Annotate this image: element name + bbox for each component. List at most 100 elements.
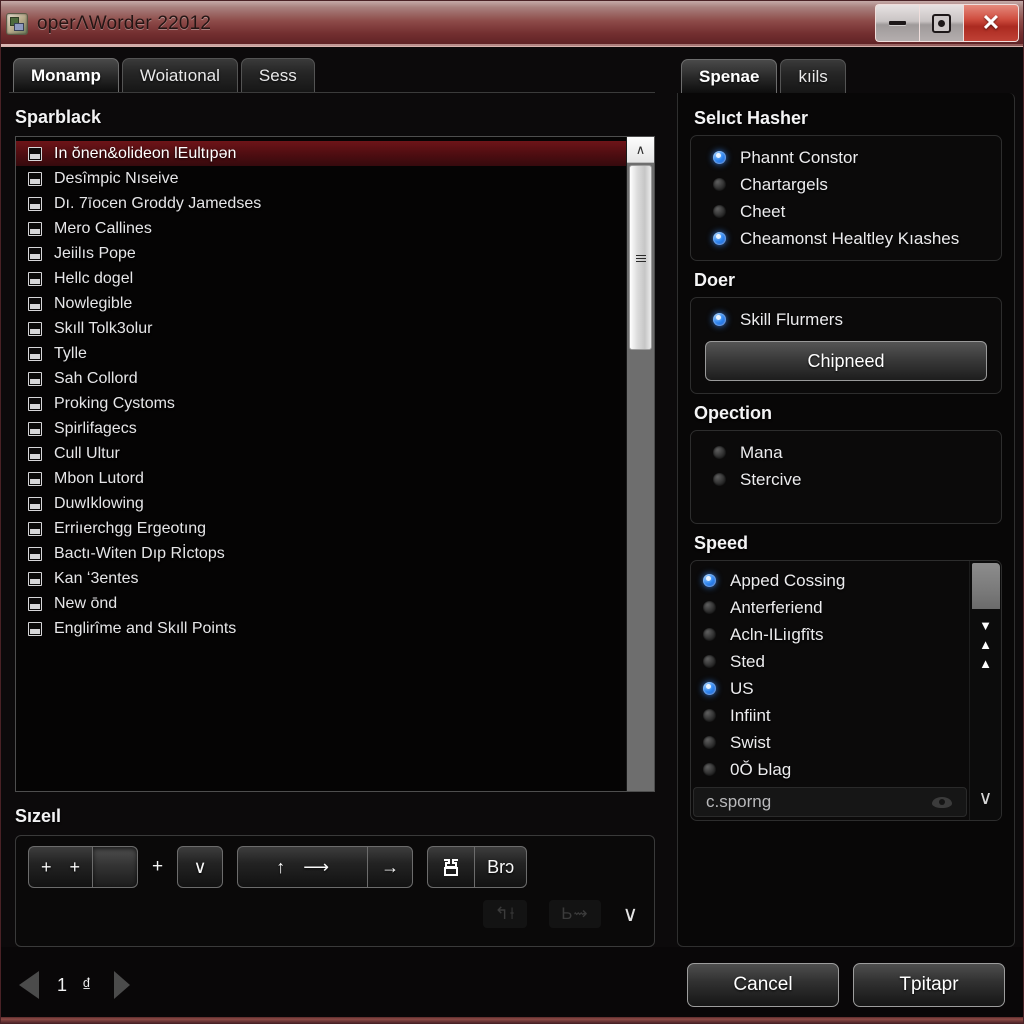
checkbox-icon[interactable]	[28, 271, 42, 286]
radio-icon-selected[interactable]	[713, 151, 726, 164]
radio-row[interactable]: Phannt Constor	[701, 144, 991, 171]
radio-row[interactable]: US	[691, 675, 969, 702]
radio-icon[interactable]	[703, 763, 716, 776]
add-button-a[interactable]: + +	[28, 846, 93, 888]
radio-icon-selected[interactable]	[713, 313, 726, 326]
radio-icon[interactable]	[703, 628, 716, 641]
checkbox-icon[interactable]	[28, 321, 42, 336]
list-item[interactable]: Nowlegible	[16, 291, 626, 316]
confirm-button[interactable]: Tpitapr	[853, 963, 1005, 1007]
checkbox-icon[interactable]	[28, 346, 42, 361]
tab-sess[interactable]: Sess	[240, 58, 315, 92]
checkbox-icon[interactable]	[28, 221, 42, 236]
checkbox-icon[interactable]	[28, 496, 42, 511]
list-item[interactable]: Dı. 7īocen Groddy Jamedses	[16, 191, 626, 216]
radio-row[interactable]: Anterferiend	[691, 594, 969, 621]
scrollbar-thumb[interactable]	[971, 563, 1000, 609]
radio-icon[interactable]	[713, 178, 726, 191]
radio-icon-selected[interactable]	[713, 232, 726, 245]
checkbox-icon[interactable]	[28, 371, 42, 386]
move-up-forward-button[interactable]: ↑ ⟶	[237, 846, 368, 888]
sparblack-listbox[interactable]: In ŏnen&olideon lEultıpən Desîmpic Nısеi…	[15, 136, 655, 792]
radio-icon[interactable]	[713, 446, 726, 459]
sub-chevron-down-icon[interactable]: ∨	[623, 902, 638, 927]
maximize-button[interactable]	[919, 4, 963, 42]
list-item[interactable]: Bactı-Witen Dıp Rİctops	[16, 541, 626, 566]
speed-scrollbar[interactable]: ▼ ▲ ▲ ∨	[969, 561, 1001, 820]
radio-icon[interactable]	[703, 655, 716, 668]
radio-row[interactable]: Cheet	[701, 198, 991, 225]
list-item[interactable]: DuwIklowing	[16, 491, 626, 516]
checkbox-icon[interactable]	[28, 571, 42, 586]
ghost-icon-left[interactable]: ↰⟊	[482, 900, 528, 928]
list-item[interactable]: Englirîme and Skıll Points	[16, 616, 626, 641]
checkbox-icon[interactable]	[28, 396, 42, 411]
scroll-down-arrow-icon[interactable]: ▼	[979, 619, 992, 632]
radio-row[interactable]: Acln-ILiıgfîts	[691, 621, 969, 648]
radio-row[interactable]: Sted	[691, 648, 969, 675]
list-item[interactable]: Mеro Callines	[16, 216, 626, 241]
radio-icon-selected[interactable]	[703, 682, 716, 695]
list-item[interactable]: In ŏnen&olideon lEultıpən	[16, 141, 626, 166]
radio-row[interactable]: Chartargels	[701, 171, 991, 198]
list-item[interactable]: Spirlifagecs	[16, 416, 626, 441]
dropdown-button[interactable]: ∨	[177, 846, 224, 888]
checkbox-icon[interactable]	[28, 421, 42, 436]
ghost-icon-right[interactable]: Ь⇝	[549, 900, 601, 928]
list-item[interactable]: Kan ʻ3entes	[16, 566, 626, 591]
radio-icon[interactable]	[713, 473, 726, 486]
list-item[interactable]: Hellc dogel	[16, 266, 626, 291]
tab-kiils[interactable]: kıils	[780, 59, 846, 93]
radio-row[interactable]: Stercive	[701, 466, 991, 493]
speed-footer-row[interactable]: c.sporng	[693, 787, 967, 817]
checkbox-icon[interactable]	[28, 171, 42, 186]
list-item[interactable]: Cull Ultur	[16, 441, 626, 466]
radio-row[interactable]: Skill Flurmers	[701, 306, 991, 333]
checkbox-icon[interactable]	[28, 196, 42, 211]
list-item[interactable]: Sah Collord	[16, 366, 626, 391]
checkbox-icon[interactable]	[28, 246, 42, 261]
eye-icon[interactable]	[932, 796, 952, 808]
scrollbar-thumb[interactable]	[629, 165, 652, 350]
radio-row[interactable]: Mana	[701, 439, 991, 466]
list-scrollbar[interactable]: ∧	[626, 137, 654, 791]
list-item[interactable]: Desîmpic Nısеive	[16, 166, 626, 191]
tab-woiational[interactable]: Woiatıonal	[121, 58, 238, 92]
scroll-up-arrow-icon-1[interactable]: ▲	[979, 638, 992, 651]
cancel-button[interactable]: Cancel	[687, 963, 839, 1007]
checkbox-icon[interactable]	[28, 596, 42, 611]
radio-row[interactable]: Cheamonst Healtley Kıashes	[701, 225, 991, 252]
tab-monamp[interactable]: Monamp	[13, 58, 119, 92]
tab-spenae[interactable]: Spenae	[681, 59, 778, 93]
radio-icon[interactable]	[703, 736, 716, 749]
radio-icon[interactable]	[713, 205, 726, 218]
list-item[interactable]: Proking Cystoms	[16, 391, 626, 416]
radio-row[interactable]: Infiint	[691, 702, 969, 729]
scroll-up-button[interactable]: ∧	[627, 137, 654, 163]
stamp-button[interactable]	[427, 846, 475, 888]
radio-row[interactable]: 0Ŏ Ьlag	[691, 756, 969, 783]
list-item[interactable]: Jеiilıs Pope	[16, 241, 626, 266]
checkbox-icon[interactable]	[28, 471, 42, 486]
list-item[interactable]: New ōnd	[16, 591, 626, 616]
pressed-segment-button[interactable]	[92, 846, 139, 888]
list-item[interactable]: Tylle	[16, 341, 626, 366]
minimize-button[interactable]	[875, 4, 919, 42]
radio-icon-selected[interactable]	[703, 574, 716, 587]
checkbox-icon[interactable]	[28, 621, 42, 636]
speed-list[interactable]: Apped Cossing Anterferiend Acln-ILiıgfît…	[691, 561, 969, 783]
checkbox-icon[interactable]	[28, 146, 42, 161]
bro-button[interactable]: Brɔ	[474, 846, 528, 888]
close-button[interactable]: ✕	[963, 4, 1019, 42]
checkbox-icon[interactable]	[28, 521, 42, 536]
radio-icon[interactable]	[703, 709, 716, 722]
list-item[interactable]: Mbon Lutord	[16, 466, 626, 491]
triangle-left-icon[interactable]	[19, 971, 39, 999]
checkbox-icon[interactable]	[28, 546, 42, 561]
checkbox-icon[interactable]	[28, 446, 42, 461]
list-item[interactable]: Erriıerchgg Ergеotıng	[16, 516, 626, 541]
radio-row[interactable]: Swist	[691, 729, 969, 756]
checkbox-icon[interactable]	[28, 296, 42, 311]
triangle-right-icon[interactable]	[114, 971, 131, 999]
chevron-down-icon[interactable]: ∨	[979, 787, 993, 820]
